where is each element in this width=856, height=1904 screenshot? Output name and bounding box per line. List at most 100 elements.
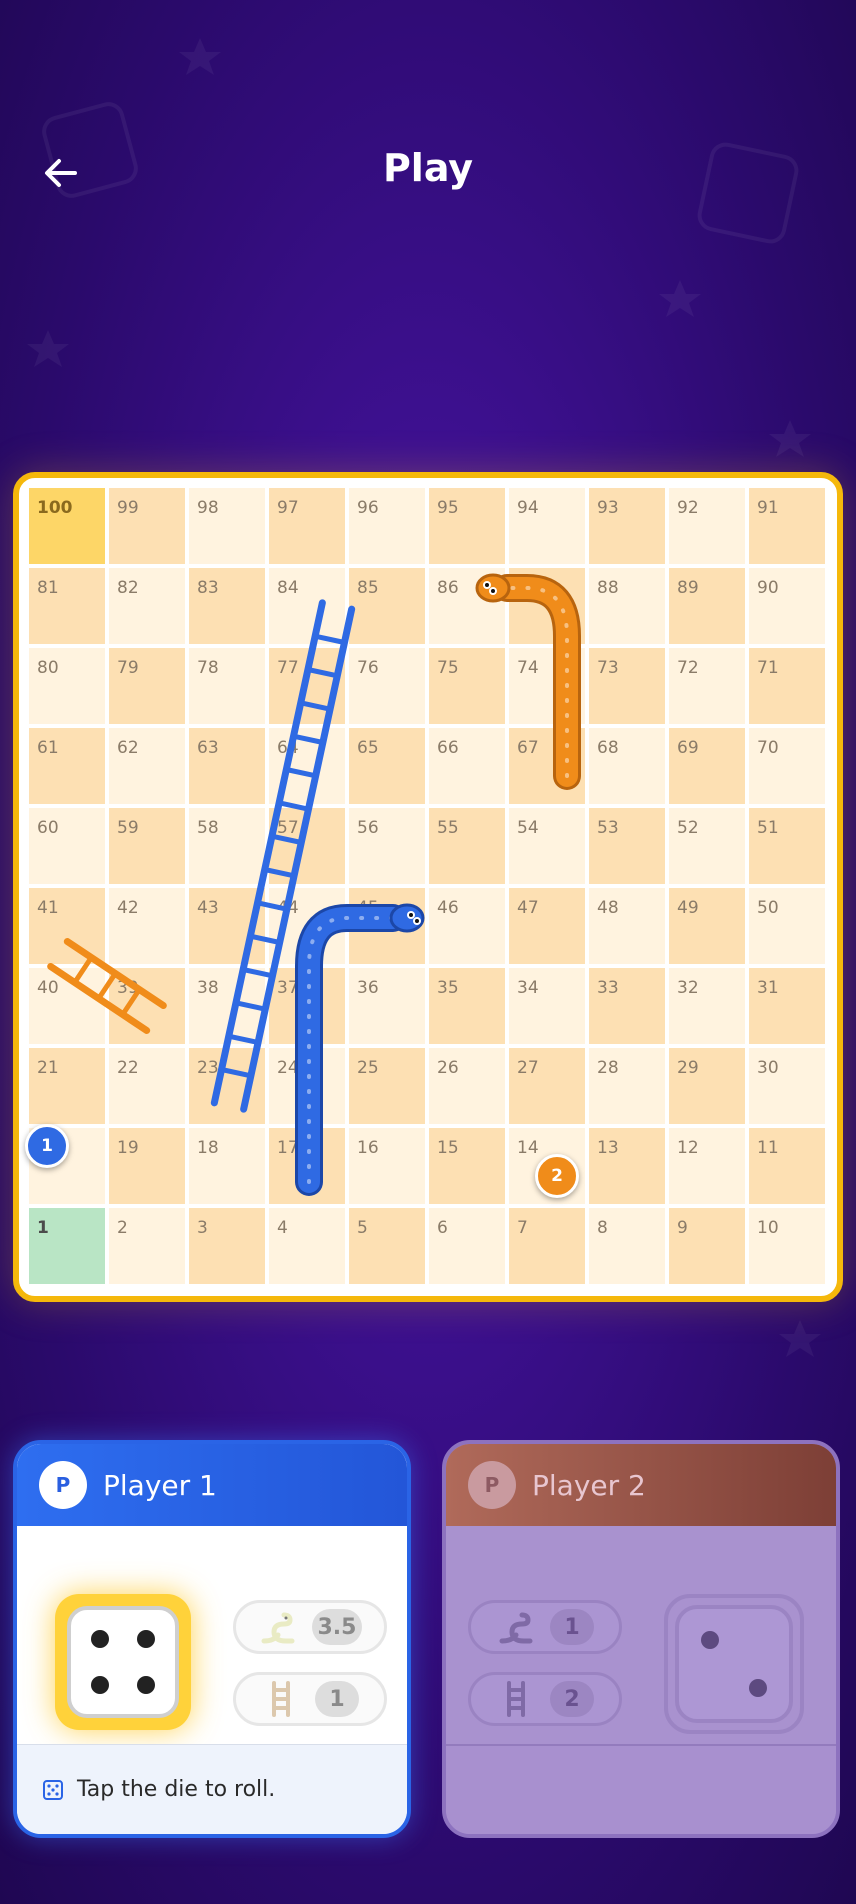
board-cell: 22 <box>109 1048 185 1124</box>
board-cell: 23 <box>189 1048 265 1124</box>
board-cell: 18 <box>189 1128 265 1204</box>
board-cell: 31 <box>749 968 825 1044</box>
board-cell: 40 <box>29 968 105 1044</box>
player-2-name: Player 2 <box>532 1468 646 1502</box>
board-cell: 74 <box>509 648 585 724</box>
board-cell: 34 <box>509 968 585 1044</box>
board-cell: 69 <box>669 728 745 804</box>
roll-hint: Tap the die to roll. <box>17 1744 407 1834</box>
board-cell: 26 <box>429 1048 505 1124</box>
player-1-header: P Player 1 <box>17 1444 407 1526</box>
board-cell: 55 <box>429 808 505 884</box>
board-cell: 61 <box>29 728 105 804</box>
board-cell: 56 <box>349 808 425 884</box>
board-cell: 38 <box>189 968 265 1044</box>
board-cell: 17 <box>269 1128 345 1204</box>
board-cell: 60 <box>29 808 105 884</box>
board-cell: 4 <box>269 1208 345 1284</box>
board-cell: 28 <box>589 1048 665 1124</box>
board-cell: 99 <box>109 488 185 564</box>
board-cell: 30 <box>749 1048 825 1124</box>
board-cell: 52 <box>669 808 745 884</box>
board-cell: 7 <box>509 1208 585 1284</box>
board-cell: 88 <box>589 568 665 644</box>
die-face-four <box>67 1606 179 1718</box>
board-cell: 41 <box>29 888 105 964</box>
player-2-die <box>664 1594 804 1734</box>
board-cell: 21 <box>29 1048 105 1124</box>
board-cell: 46 <box>429 888 505 964</box>
ladder-icon <box>272 1681 290 1717</box>
player-2-snake-count: 1 <box>550 1609 594 1645</box>
board-cell: 35 <box>429 968 505 1044</box>
board-cell: 80 <box>29 648 105 724</box>
board-cell: 44 <box>269 888 345 964</box>
board-cell: 51 <box>749 808 825 884</box>
board-cell: 15 <box>429 1128 505 1204</box>
board-cell: 67 <box>509 728 585 804</box>
board-cell: 36 <box>349 968 425 1044</box>
dice-icon <box>43 1779 63 1800</box>
player-1-ladder-stat: 1 <box>233 1672 387 1726</box>
board-cell: 5 <box>349 1208 425 1284</box>
board-cell: 87 <box>509 568 585 644</box>
player-2-ladder-stat: 2 <box>468 1672 622 1726</box>
board-cell: 9 <box>669 1208 745 1284</box>
player-2-hint-area <box>446 1744 836 1834</box>
roll-die-button[interactable] <box>55 1594 191 1730</box>
board-cell: 57 <box>269 808 345 884</box>
board-cell: 10 <box>749 1208 825 1284</box>
board-grid: 100 99 98 97 96 95 94 93 92 91 81 82 83 84 85 86 87 88 89 9… <box>25 488 829 1288</box>
board-cell: 45 <box>349 888 425 964</box>
snake-icon <box>499 1612 533 1644</box>
player-1-snake-stat: 3.5 <box>233 1600 387 1654</box>
board-cell: 39 <box>109 968 185 1044</box>
board-cell: 25 <box>349 1048 425 1124</box>
board-cell: 92 <box>669 488 745 564</box>
board-cell: 13 <box>589 1128 665 1204</box>
board-cell: 19 <box>109 1128 185 1204</box>
player-2-header: P Player 2 <box>446 1444 836 1526</box>
player-1-panel: P Player 1 3.5 1 Tap the die to roll. <box>13 1440 411 1838</box>
board-cell: 66 <box>429 728 505 804</box>
board-cell: 83 <box>189 568 265 644</box>
board-cell: 54 <box>509 808 585 884</box>
board-cell: 93 <box>589 488 665 564</box>
board-cell: 47 <box>509 888 585 964</box>
board-cell: 1 <box>29 1208 105 1284</box>
board-cell: 78 <box>189 648 265 724</box>
player-1-snake-count: 3.5 <box>311 1609 363 1645</box>
header: Play <box>0 130 856 210</box>
die-face-two <box>675 1605 793 1723</box>
board-cell: 11 <box>749 1128 825 1204</box>
snake-icon <box>261 1612 294 1644</box>
page-title: Play <box>382 146 474 190</box>
board-cell: 75 <box>429 648 505 724</box>
player-2-token: 2 <box>535 1154 579 1198</box>
board-cell: 65 <box>349 728 425 804</box>
board-cell: 94 <box>509 488 585 564</box>
board-cell: 29 <box>669 1048 745 1124</box>
board-cell: 2 <box>109 1208 185 1284</box>
board-cell: 95 <box>429 488 505 564</box>
board-cell: 72 <box>669 648 745 724</box>
player-1-ladder-count: 1 <box>315 1681 359 1717</box>
board-cell: 37 <box>269 968 345 1044</box>
board-cell: 33 <box>589 968 665 1044</box>
board-cell: 12 <box>669 1128 745 1204</box>
board-cell: 63 <box>189 728 265 804</box>
board-cell: 24 <box>269 1048 345 1124</box>
board-cell: 43 <box>189 888 265 964</box>
board-cell: 27 <box>509 1048 585 1124</box>
board-cell: 64 <box>269 728 345 804</box>
board-cell: 70 <box>749 728 825 804</box>
board-cell: 50 <box>749 888 825 964</box>
board-cell: 48 <box>589 888 665 964</box>
hint-text: Tap the die to roll. <box>77 1777 276 1802</box>
board-cell: 96 <box>349 488 425 564</box>
player-2-panel: P Player 2 1 2 <box>442 1440 840 1838</box>
board-cell: 42 <box>109 888 185 964</box>
player-2-ladder-count: 2 <box>550 1681 594 1717</box>
board-cell: 58 <box>189 808 265 884</box>
player-1-name: Player 1 <box>103 1468 217 1502</box>
